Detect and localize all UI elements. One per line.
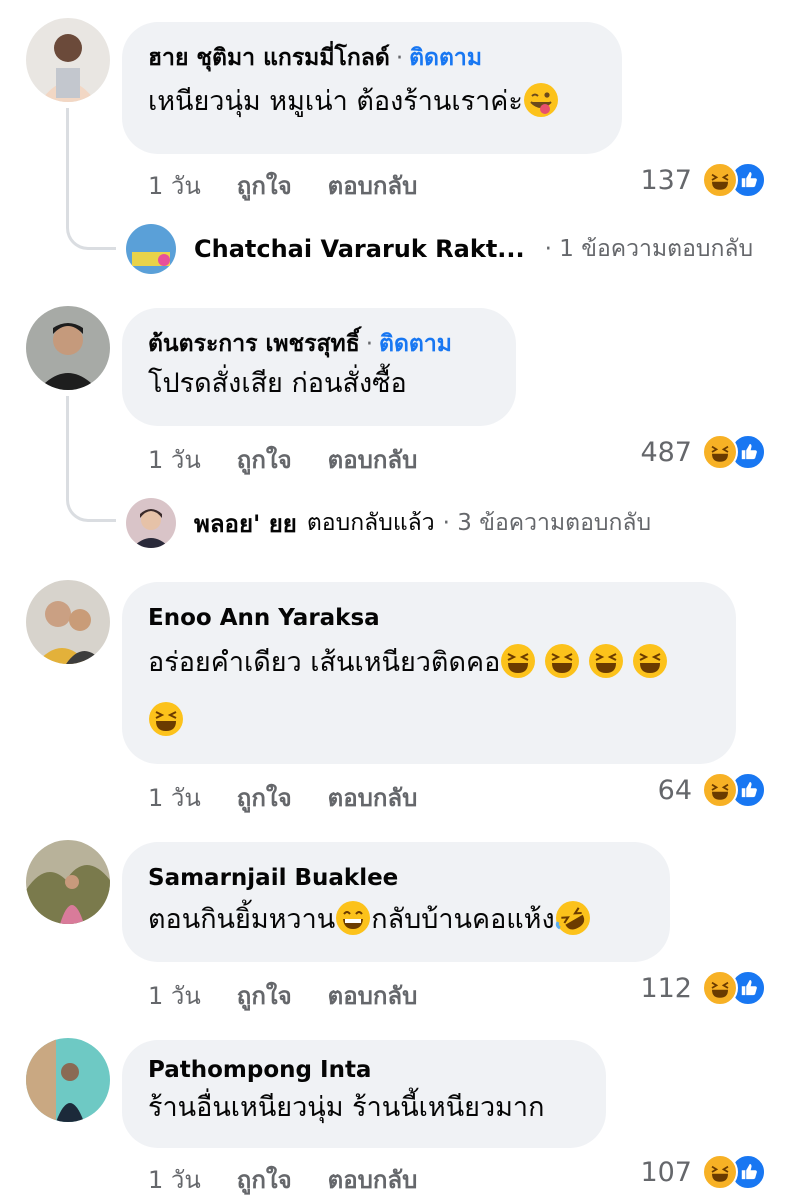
reaction-summary[interactable]: 107 [640,1154,766,1190]
reply-button[interactable]: ตอบกลับ [328,976,418,1015]
reply-button[interactable]: ตอบกลับ [328,440,418,479]
comment-bubble: Pathompong Inta ร้านอื่นเหนียวนุ่ม ร้านน… [122,1040,606,1148]
comment-text: เหนียวนุ่ม หมูเน่า ต้องร้านเราค่ะ [148,80,594,124]
reaction-summary[interactable]: 64 [658,772,766,808]
comment-text: อร่อยคำเดียว เส้นเหนียวติดคอ [148,634,708,750]
author-name[interactable]: ต้นตระการ เพชรสุทธิ์ [148,331,360,357]
reaction-count: 137 [640,164,692,196]
reaction-summary[interactable]: 137 [640,162,766,198]
like-button[interactable]: ถูกใจ [237,976,292,1015]
haha-reaction-icon [702,1154,738,1190]
author-row: ต้นตระการ เพชรสุทธิ์ · ติดตาม [148,328,488,360]
timestamp[interactable]: 1 วัน [148,778,201,817]
reaction-summary[interactable]: 112 [640,970,766,1006]
haha-reaction-icon [702,434,738,470]
reaction-count: 112 [640,972,692,1004]
comment-actions: 1 วัน ถูกใจ ตอบกลับ [148,778,417,817]
comment-bubble: Enoo Ann Yaraksa อร่อยคำเดียว เส้นเหนียว… [122,582,736,764]
haha-reaction-icon [702,772,738,808]
author-name[interactable]: Pathompong Inta [148,1054,578,1086]
rofl-emoji [555,901,590,935]
comment-actions: 1 วัน ถูกใจ ตอบกลับ [148,440,417,479]
laughing-emoji [633,644,668,678]
comment-text-part: ตอนกินยิ้มหวาน [148,904,336,935]
separator-dot: · [365,331,374,357]
reply-count[interactable]: · 3 ข้อความตอบกลับ [443,505,651,541]
author-row: ฮาย ชุติมา แกรมมี่โกลด์ · ติดตาม [148,42,594,74]
separator-dot: · [395,45,404,71]
winking-tongue-emoji [523,83,558,117]
comment-text-content: เหนียวนุ่ม หมูเน่า ต้องร้านเราค่ะ [148,86,523,117]
timestamp[interactable]: 1 วัน [148,1160,201,1199]
follow-link[interactable]: ติดตาม [379,331,452,357]
reply-button[interactable]: ตอบกลับ [328,1160,418,1199]
timestamp[interactable]: 1 วัน [148,166,201,205]
like-button[interactable]: ถูกใจ [237,1160,292,1199]
reply-author-name[interactable]: Chatchai Vararuk Rakt... [194,235,525,263]
reaction-summary[interactable]: 487 [640,434,766,470]
author-name[interactable]: Enoo Ann Yaraksa [148,602,708,634]
reaction-count: 64 [657,774,692,806]
laughing-emoji [589,644,624,678]
comment-text-part: กลับบ้านคอแห้ง [371,904,555,935]
like-button[interactable]: ถูกใจ [237,440,292,479]
laughing-emoji [545,644,580,678]
reply-preview[interactable]: พลอย' ยย ตอบกลับแล้ว · 3 ข้อความตอบกลับ [126,498,651,548]
comment-text: ร้านอื่นเหนียวนุ่ม ร้านนี้เหนียวมาก [148,1092,545,1123]
reply-button[interactable]: ตอบกลับ [328,166,418,205]
reply-author-name[interactable]: พลอย' ยย [194,504,297,543]
thread-connector [66,396,116,522]
like-button[interactable]: ถูกใจ [237,778,292,817]
laughing-emoji [501,644,536,678]
avatar[interactable] [126,224,176,274]
haha-reaction-icon [702,970,738,1006]
reply-preview[interactable]: Chatchai Vararuk Rakt... · 1 ข้อความตอบก… [126,224,753,274]
comment-text: ตอนกินยิ้มหวาน กลับบ้านคอแห้ง [148,898,642,942]
haha-reaction-icon [702,162,738,198]
like-button[interactable]: ถูกใจ [237,166,292,205]
reaction-count: 107 [640,1156,692,1188]
timestamp[interactable]: 1 วัน [148,440,201,479]
avatar[interactable] [26,18,110,102]
timestamp[interactable]: 1 วัน [148,976,201,1015]
grinning-emoji [336,901,371,935]
author-name[interactable]: Samarnjail Buaklee [148,862,642,894]
avatar[interactable] [126,498,176,548]
comment-bubble: ฮาย ชุติมา แกรมมี่โกลด์ · ติดตาม เหนียวนุ่… [122,22,622,154]
avatar[interactable] [26,306,110,390]
reply-button[interactable]: ตอบกลับ [328,778,418,817]
comment-actions: 1 วัน ถูกใจ ตอบกลับ [148,976,417,1015]
comment-bubble: ต้นตระการ เพชรสุทธิ์ · ติดตาม โปรดสั่งเสีย… [122,308,516,426]
comment-text-content: อร่อยคำเดียว เส้นเหนียวติดคอ [148,647,501,678]
thread-connector [66,108,116,250]
avatar[interactable] [26,840,110,924]
follow-link[interactable]: ติดตาม [409,45,482,71]
reply-count[interactable]: · 1 ข้อความตอบกลับ [545,231,753,267]
comment-text: โปรดสั่งเสีย ก่อนสั่งซื้อ [148,368,407,399]
author-name[interactable]: ฮาย ชุติมา แกรมมี่โกลด์ [148,45,390,71]
comment-actions: 1 วัน ถูกใจ ตอบกลับ [148,1160,417,1199]
reply-action: ตอบกลับแล้ว [306,510,435,536]
reaction-count: 487 [640,436,692,468]
comment-actions: 1 วัน ถูกใจ ตอบกลับ [148,166,417,205]
avatar[interactable] [26,580,110,664]
laughing-emoji [149,702,183,736]
avatar[interactable] [26,1038,110,1122]
comment-bubble: Samarnjail Buaklee ตอนกินยิ้มหวาน กลับบ้า… [122,842,670,962]
